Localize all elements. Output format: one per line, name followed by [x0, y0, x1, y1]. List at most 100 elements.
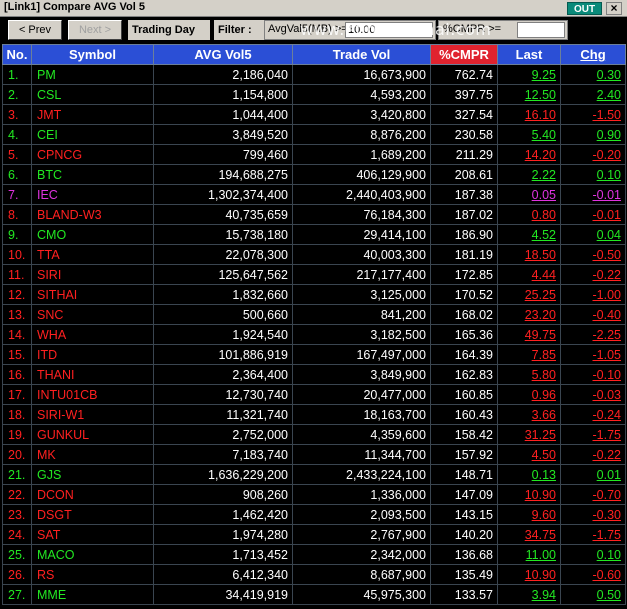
row-change[interactable]: -0.30: [560, 504, 626, 525]
row-symbol[interactable]: DCON: [31, 484, 154, 505]
table-row[interactable]: 6. BTC 194,688,275 406,129,900 208.61 2.22 0.1…: [2, 164, 626, 185]
row-symbol[interactable]: CSL: [31, 84, 154, 105]
table-row[interactable]: 5. CPNCG 799,460 1,689,200 211.29 14.20 -0.20: [2, 144, 626, 165]
table-row[interactable]: 14. WHA 1,924,540 3,182,500 165.36 49.75 -2.25: [2, 324, 626, 345]
row-last-price[interactable]: 5.80: [497, 364, 561, 385]
table-row[interactable]: 24. SAT 1,974,280 2,767,900 140.20 34.75 -1.75: [2, 524, 626, 545]
table-row[interactable]: 3. JMT 1,044,400 3,420,800 327.54 16.10 -1.50: [2, 104, 626, 125]
row-change[interactable]: 0.01: [560, 464, 626, 485]
row-last-price[interactable]: 5.40: [497, 124, 561, 145]
table-row[interactable]: 15. ITD 101,886,919 167,497,000 164.39 7.85 -1…: [2, 344, 626, 365]
row-change[interactable]: -0.10: [560, 364, 626, 385]
table-row[interactable]: 10. TTA 22,078,300 40,003,300 181.19 18.50 -0.…: [2, 244, 626, 265]
row-last-price[interactable]: 34.75: [497, 524, 561, 545]
row-symbol[interactable]: SAT: [31, 524, 154, 545]
row-change[interactable]: -0.20: [560, 144, 626, 165]
table-row[interactable]: 7. IEC 1,302,374,400 2,440,403,900 187.38 0.0…: [2, 184, 626, 205]
row-change[interactable]: 0.50: [560, 584, 626, 605]
row-last-price[interactable]: 11.00: [497, 544, 561, 565]
row-symbol[interactable]: BLAND-W3: [31, 204, 154, 225]
row-symbol[interactable]: MACO: [31, 544, 154, 565]
table-row[interactable]: 1. PM 2,186,040 16,673,900 762.74 9.25 0.30: [2, 64, 626, 85]
row-change[interactable]: -0.40: [560, 304, 626, 325]
row-last-price[interactable]: 0.13: [497, 464, 561, 485]
column-header-no[interactable]: No.: [2, 44, 32, 65]
row-last-price[interactable]: 12.50: [497, 84, 561, 105]
row-symbol[interactable]: PM: [31, 64, 154, 85]
table-row[interactable]: 19. GUNKUL 2,752,000 4,359,600 158.42 31.25 -1…: [2, 424, 626, 445]
table-row[interactable]: 20. MK 7,183,740 11,344,700 157.92 4.50 -0.22: [2, 444, 626, 465]
row-last-price[interactable]: 0.96: [497, 384, 561, 405]
table-row[interactable]: 2. CSL 1,154,800 4,593,200 397.75 12.50 2.40: [2, 84, 626, 105]
row-change[interactable]: -0.50: [560, 244, 626, 265]
table-row[interactable]: 27. MME 34,419,919 45,975,300 133.57 3.94 0.50: [2, 584, 626, 605]
row-symbol[interactable]: RS: [31, 564, 154, 585]
row-change[interactable]: -0.22: [560, 264, 626, 285]
row-change[interactable]: -0.24: [560, 404, 626, 425]
row-last-price[interactable]: 0.05: [497, 184, 561, 205]
out-button[interactable]: OUT: [567, 2, 602, 15]
row-symbol[interactable]: IEC: [31, 184, 154, 205]
column-header-cmpr[interactable]: %CMPR: [430, 44, 498, 65]
row-last-price[interactable]: 4.44: [497, 264, 561, 285]
row-symbol[interactable]: TTA: [31, 244, 154, 265]
table-row[interactable]: 22. DCON 908,260 1,336,000 147.09 10.90 -0.70: [2, 484, 626, 505]
filter-value-input[interactable]: 10.00: [345, 22, 433, 38]
table-row[interactable]: 17. INTU01CB 12,730,740 20,477,000 160.85 0.9…: [2, 384, 626, 405]
table-row[interactable]: 9. CMO 15,738,180 29,414,100 186.90 4.52 0.04: [2, 224, 626, 245]
row-last-price[interactable]: 3.66: [497, 404, 561, 425]
row-change[interactable]: -1.75: [560, 424, 626, 445]
row-symbol[interactable]: GJS: [31, 464, 154, 485]
row-change[interactable]: 0.10: [560, 544, 626, 565]
row-last-price[interactable]: 4.52: [497, 224, 561, 245]
row-symbol[interactable]: DSGT: [31, 504, 154, 525]
row-last-price[interactable]: 9.25: [497, 64, 561, 85]
row-change[interactable]: -0.03: [560, 384, 626, 405]
row-last-price[interactable]: 16.10: [497, 104, 561, 125]
row-last-price[interactable]: 49.75: [497, 324, 561, 345]
row-symbol[interactable]: SIRI: [31, 264, 154, 285]
column-header-trade-vol[interactable]: Trade Vol: [292, 44, 431, 65]
row-last-price[interactable]: 18.50: [497, 244, 561, 265]
column-header-last[interactable]: Last: [497, 44, 561, 65]
row-change[interactable]: 0.04: [560, 224, 626, 245]
row-symbol[interactable]: THANI: [31, 364, 154, 385]
row-symbol[interactable]: SITHAI: [31, 284, 154, 305]
table-row[interactable]: 12. SITHAI 1,832,660 3,125,000 170.52 25.25 -1…: [2, 284, 626, 305]
table-row[interactable]: 8. BLAND-W3 40,735,659 76,184,300 187.02 0.80…: [2, 204, 626, 225]
row-change[interactable]: 0.90: [560, 124, 626, 145]
column-header-symbol[interactable]: Symbol: [31, 44, 154, 65]
table-row[interactable]: 16. THANI 2,364,400 3,849,900 162.83 5.80 -0.1…: [2, 364, 626, 385]
row-last-price[interactable]: 31.25: [497, 424, 561, 445]
row-change[interactable]: 0.30: [560, 64, 626, 85]
table-row[interactable]: 18. SIRI-W1 11,321,740 18,163,700 160.43 3.66…: [2, 404, 626, 425]
table-row[interactable]: 25. MACO 1,713,452 2,342,000 136.68 11.00 0.10: [2, 544, 626, 565]
row-change[interactable]: -1.05: [560, 344, 626, 365]
column-header-avg-vol5[interactable]: AVG Vol5: [153, 44, 293, 65]
row-change[interactable]: 2.40: [560, 84, 626, 105]
row-symbol[interactable]: SIRI-W1: [31, 404, 154, 425]
row-symbol[interactable]: BTC: [31, 164, 154, 185]
row-last-price[interactable]: 4.50: [497, 444, 561, 465]
row-change[interactable]: -0.60: [560, 564, 626, 585]
row-change[interactable]: -2.25: [560, 324, 626, 345]
table-row[interactable]: 4. CEI 3,849,520 8,876,200 230.58 5.40 0.90: [2, 124, 626, 145]
row-change[interactable]: -0.01: [560, 204, 626, 225]
row-last-price[interactable]: 9.60: [497, 504, 561, 525]
row-last-price[interactable]: 10.90: [497, 564, 561, 585]
row-last-price[interactable]: 10.90: [497, 484, 561, 505]
row-change[interactable]: -0.01: [560, 184, 626, 205]
cmpr-value-input[interactable]: [517, 22, 565, 38]
row-symbol[interactable]: CMO: [31, 224, 154, 245]
table-row[interactable]: 11. SIRI 125,647,562 217,177,400 172.85 4.44-…: [2, 264, 626, 285]
table-row[interactable]: 26. RS 6,412,340 8,687,900 135.49 10.90 -0.60: [2, 564, 626, 585]
row-symbol[interactable]: WHA: [31, 324, 154, 345]
prev-button[interactable]: < Prev: [8, 20, 62, 40]
row-last-price[interactable]: 3.94: [497, 584, 561, 605]
table-row[interactable]: 21. GJS 1,636,229,200 2,433,224,100 148.71 0.…: [2, 464, 626, 485]
row-symbol[interactable]: CEI: [31, 124, 154, 145]
row-last-price[interactable]: 0.80: [497, 204, 561, 225]
column-header-chg[interactable]: Chg: [560, 44, 626, 65]
row-change[interactable]: -0.70: [560, 484, 626, 505]
row-symbol[interactable]: SNC: [31, 304, 154, 325]
